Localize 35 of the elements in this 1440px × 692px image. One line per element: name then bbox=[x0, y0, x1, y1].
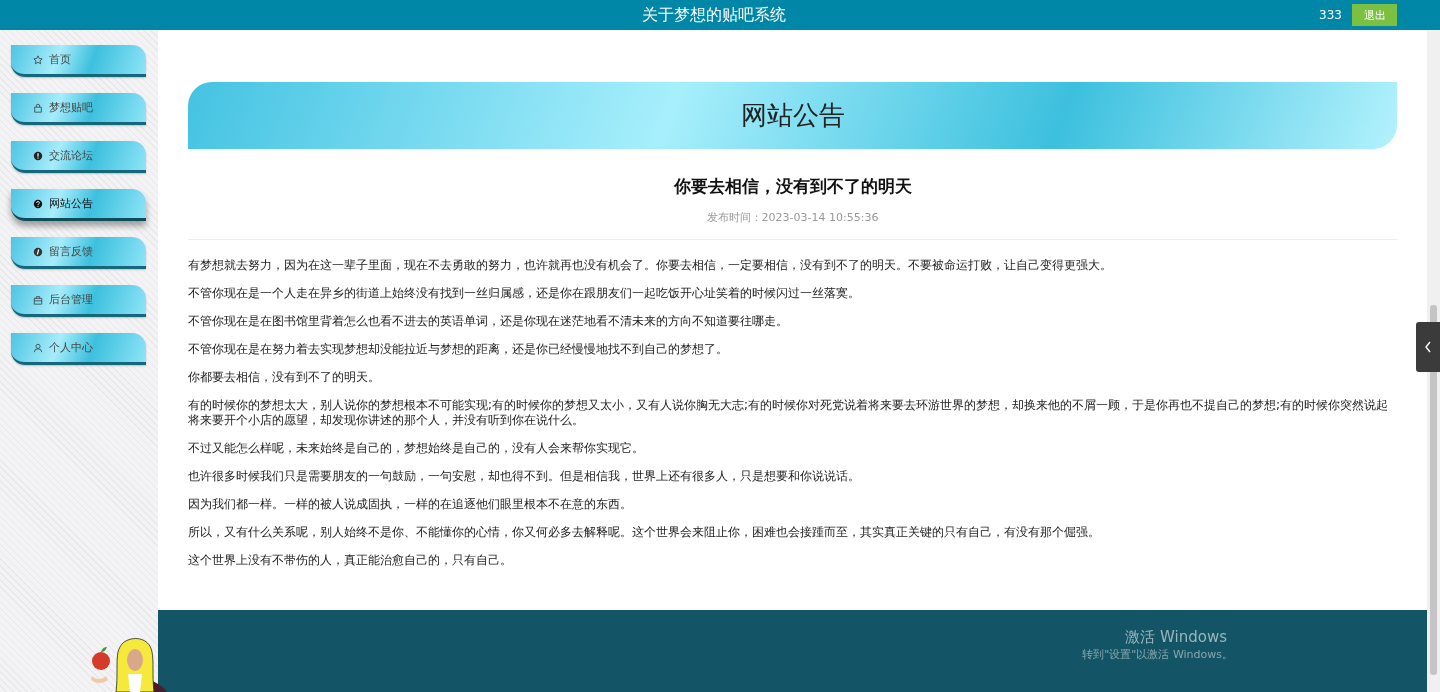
nav-item[interactable]: 交流论坛 bbox=[11, 141, 146, 173]
nav-icon bbox=[33, 150, 43, 161]
article-paragraph: 有的时候你的梦想太大，别人说你的梦想根本不可能实现;有的时候你的梦想又太小，又有人说你胸无大志;有的时候你对死党说着将来要去环游世界的梦想，却换来他的不屑一顾，于是你再也不提自己的梦想;有的时候你突然说起将来要开个小店的愿望，却发现你讲述的那个人，并没有听到你在说什么。 bbox=[188, 398, 1390, 428]
scrollbar[interactable] bbox=[1427, 30, 1440, 692]
article-paragraph: 所以，又有什么关系呢，别人始终不是你、不能懂你的心情，你又何必多去解释呢。这个世界会来阻止你，困难也会接踵而至，其实真正关键的只有自己，有没有那个倔强。 bbox=[188, 525, 1101, 540]
activation-hint: 转到"设置"以激活 Windows。 bbox=[1082, 647, 1233, 662]
site-title: 关于梦想的贴吧系统 bbox=[641, 4, 786, 26]
chevron-left-icon bbox=[1424, 341, 1432, 353]
nav-item[interactable]: 后台管理 bbox=[11, 285, 146, 317]
nav-item[interactable]: 首页 bbox=[11, 45, 146, 77]
collapse-tab[interactable] bbox=[1416, 322, 1440, 372]
nav-icon bbox=[33, 198, 43, 209]
nav-icon bbox=[33, 246, 43, 257]
article-paragraph: 这个世界上没有不带伤的人，真正能治愈自己的，只有自己。 bbox=[188, 553, 513, 568]
banner-title: 网站公告 bbox=[740, 99, 845, 132]
article-paragraph: 不管你现在是在努力着去实现梦想却没能拉近与梦想的距离，还是你已经慢慢地找不到自己的梦想了。 bbox=[188, 342, 729, 357]
activation-title: 激活 Windows bbox=[1125, 628, 1227, 647]
article-paragraph: 不管你现在是一个人走在异乡的街道上始终没有找到一丝归属感，还是你在跟朋友们一起吃饭开心址笑着的时候闪过一丝落寞。 bbox=[188, 286, 861, 301]
article-paragraph: 因为我们都一样。一样的被人说成固执，一样的在追逐他们眼里根本不在意的东西。 bbox=[188, 497, 633, 512]
username: 333 bbox=[1319, 8, 1342, 22]
nav-item[interactable]: 梦想贴吧 bbox=[11, 93, 146, 125]
article-paragraph: 不过又能怎么样呢，未来始终是自己的，梦想始终是自己的，没有人会来帮你实现它。 bbox=[188, 441, 645, 456]
article-paragraph: 有梦想就去努力，因为在这一辈子里面，现在不去勇敢的努力，也许就再也没有机会了。你要去相信，一定要相信，没有到不了的明天。不要被命运打败，让自己变得更强大。 bbox=[188, 258, 1113, 273]
nav-item[interactable]: 个人中心 bbox=[11, 333, 146, 365]
article-paragraph: 不管你现在是在图书馆里背着怎么也看不进去的英语单词，还是你现在迷茫地看不清未来的方向不知道要往哪走。 bbox=[188, 314, 789, 329]
article-title: 你要去相信，没有到不了的明天 bbox=[673, 175, 912, 198]
nav-icon bbox=[33, 342, 43, 353]
nav-icon bbox=[33, 294, 43, 305]
article-paragraph: 也许很多时候我们只是需要朋友的一句鼓励，一句安慰，却也得不到。但是相信我，世界上还有很多人，只是想要和你说说话。 bbox=[188, 469, 861, 484]
nav-icon bbox=[33, 54, 43, 65]
article-paragraph: 你都要去相信，没有到不了的明天。 bbox=[188, 370, 381, 385]
publish-time: 发布时间：2023-03-14 10:55:36 bbox=[706, 210, 879, 225]
nav-icon bbox=[33, 102, 43, 113]
nav-item[interactable]: 留言反馈 bbox=[11, 237, 146, 269]
nav-item[interactable]: 网站公告 bbox=[11, 189, 146, 221]
